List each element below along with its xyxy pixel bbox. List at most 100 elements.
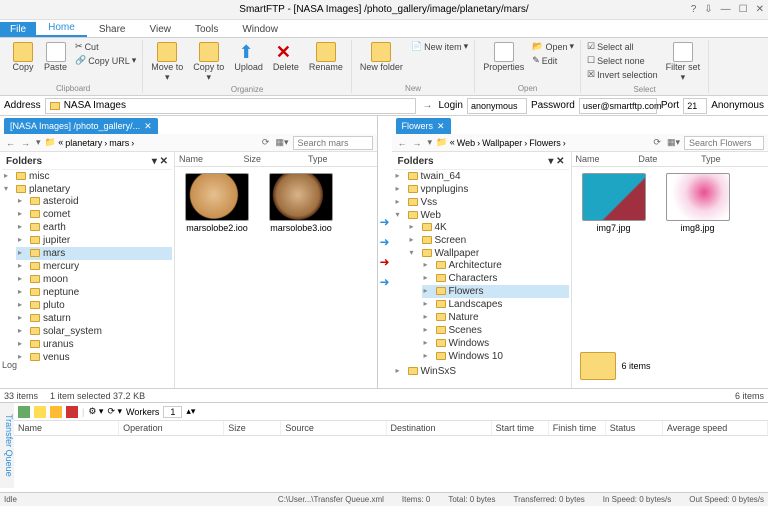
- file-item[interactable]: img7.jpg: [578, 173, 650, 233]
- tree-item[interactable]: Scenes: [422, 324, 569, 337]
- qcol-avg[interactable]: Average speed: [663, 421, 768, 435]
- tree-item[interactable]: saturn: [16, 312, 172, 325]
- tree-item[interactable]: asteroid: [16, 195, 172, 208]
- left-tab[interactable]: [NASA Images] /photo_gallery/...✕: [4, 118, 158, 134]
- back-button[interactable]: ←: [4, 138, 17, 148]
- tree-item[interactable]: neptune: [16, 286, 172, 299]
- tree-item[interactable]: Screen: [408, 234, 569, 247]
- copyurl-button[interactable]: 🔗 Copy URL ▾: [73, 54, 138, 67]
- file-item[interactable]: marsolobe3.ioo: [265, 173, 337, 233]
- options-icon[interactable]: ⚙ ▾: [88, 406, 103, 417]
- forward-button[interactable]: →: [19, 138, 32, 148]
- edit-button[interactable]: ✎ Edit: [530, 54, 576, 67]
- properties-button[interactable]: Properties: [479, 40, 528, 74]
- tree-item[interactable]: Landscapes: [422, 298, 569, 311]
- paste-button[interactable]: Paste: [40, 40, 71, 74]
- tree-item-selected[interactable]: Flowers: [422, 285, 569, 298]
- tab-home[interactable]: Home: [36, 20, 87, 37]
- tree-item[interactable]: Wallpaper Architecture Characters Flower…: [408, 247, 569, 364]
- qcol-operation[interactable]: Operation: [119, 421, 224, 435]
- right-tab[interactable]: Flowers✕: [396, 118, 451, 134]
- tree-item[interactable]: Architecture: [422, 259, 569, 272]
- tree-item[interactable]: Windows: [422, 337, 569, 350]
- delete-button[interactable]: ✕Delete: [269, 40, 303, 85]
- pause-icon[interactable]: [50, 406, 62, 418]
- close-icon[interactable]: ✕: [756, 4, 764, 15]
- tree-item[interactable]: solar_system: [16, 325, 172, 338]
- queue-side-label[interactable]: Transfer Queue: [0, 403, 14, 488]
- view-icon[interactable]: ▦▾: [273, 137, 290, 148]
- tree-item[interactable]: pluto: [16, 299, 172, 312]
- maximize-icon[interactable]: ☐: [739, 4, 748, 15]
- col-type[interactable]: Type: [701, 154, 764, 164]
- tree-item[interactable]: jupiter: [16, 234, 172, 247]
- password-input[interactable]: user@smartftp.com: [579, 98, 657, 114]
- file-item[interactable]: img8.jpg: [662, 173, 734, 233]
- qcol-name[interactable]: Name: [14, 421, 119, 435]
- qcol-start[interactable]: Start time: [492, 421, 549, 435]
- view-icon[interactable]: ▦▾: [665, 137, 682, 148]
- qcol-destination[interactable]: Destination: [387, 421, 492, 435]
- tree-item[interactable]: venus: [16, 351, 172, 364]
- tree-item[interactable]: moon: [16, 273, 172, 286]
- address-input[interactable]: NASA Images: [45, 98, 417, 114]
- search-input[interactable]: [293, 136, 373, 150]
- tree-item[interactable]: twain_64: [394, 170, 569, 183]
- spinner-icon[interactable]: ▴▾: [186, 406, 195, 417]
- tab-tools[interactable]: Tools: [183, 22, 230, 37]
- rename-button[interactable]: Rename: [305, 40, 347, 85]
- port-input[interactable]: 21: [683, 98, 707, 114]
- selectnone-button[interactable]: ☐ Select none: [585, 54, 660, 67]
- col-type[interactable]: Type: [308, 154, 373, 164]
- breadcrumb[interactable]: 📁 « planetary › mars ›: [45, 137, 258, 148]
- col-size[interactable]: Size: [244, 154, 309, 164]
- login-input[interactable]: anonymous: [467, 98, 527, 114]
- cut-button[interactable]: ✂ Cut: [73, 40, 138, 53]
- tree-item[interactable]: planetary asteroid comet earth jupiter m…: [2, 183, 172, 365]
- qcol-status[interactable]: Status: [606, 421, 663, 435]
- up-icon[interactable]: ▾: [34, 137, 43, 148]
- play-icon[interactable]: [34, 406, 46, 418]
- upload-button[interactable]: ⬆Upload: [230, 40, 267, 85]
- tab-window[interactable]: Window: [230, 22, 290, 37]
- tree-item[interactable]: misc: [2, 170, 172, 183]
- minimize-icon[interactable]: —: [721, 4, 731, 15]
- file-item[interactable]: marsolobe2.ioo: [181, 173, 253, 233]
- col-date[interactable]: Date: [638, 154, 701, 164]
- open-button[interactable]: 📂 Open ▾: [530, 40, 576, 53]
- refresh-icon[interactable]: ⟳: [260, 137, 272, 148]
- tree-item[interactable]: Nature: [422, 311, 569, 324]
- breadcrumb[interactable]: 📁 « Web › Wallpaper › Flowers ›: [436, 137, 649, 148]
- tab-share[interactable]: Share: [87, 22, 138, 37]
- col-name[interactable]: Name: [576, 154, 639, 164]
- col-name[interactable]: Name: [179, 154, 244, 164]
- tree-item[interactable]: WinSxS: [394, 365, 569, 378]
- up-icon[interactable]: ▾: [426, 137, 435, 148]
- go-button[interactable]: →: [420, 100, 434, 111]
- tree-item[interactable]: comet: [16, 208, 172, 221]
- workers-input[interactable]: 1: [163, 406, 182, 418]
- help-icon[interactable]: ?: [691, 4, 697, 15]
- copy-button[interactable]: Copy: [8, 40, 38, 74]
- tree-item[interactable]: vpnplugins: [394, 183, 569, 196]
- tree-item-selected[interactable]: mars: [16, 247, 172, 260]
- qcol-size[interactable]: Size: [224, 421, 281, 435]
- tree-item[interactable]: earth: [16, 221, 172, 234]
- tree-item[interactable]: Web 4K Screen Wallpaper Architecture Cha…: [394, 209, 569, 365]
- qcol-finish[interactable]: Finish time: [549, 421, 606, 435]
- invert-button[interactable]: ☒ Invert selection: [585, 68, 660, 81]
- tree-item[interactable]: uranus: [16, 338, 172, 351]
- tab-view[interactable]: View: [138, 22, 184, 37]
- refresh-icon[interactable]: ⟳: [651, 137, 663, 148]
- newitem-button[interactable]: 📄 New item ▾: [409, 40, 470, 53]
- refresh-icon[interactable]: ⟳ ▾: [107, 406, 122, 417]
- tree-item[interactable]: Vss: [394, 196, 569, 209]
- tree-item[interactable]: mercury: [16, 260, 172, 273]
- forward-button[interactable]: →: [411, 138, 424, 148]
- collapse-icon[interactable]: ▾ ✕: [152, 156, 168, 167]
- file-menu[interactable]: File: [0, 22, 36, 37]
- sync-stop-icon[interactable]: ➜: [379, 255, 389, 269]
- selectall-button[interactable]: ☑ Select all: [585, 40, 660, 53]
- collapse-icon[interactable]: ▾ ✕: [548, 156, 564, 167]
- sync-down-icon[interactable]: ➜: [379, 235, 389, 249]
